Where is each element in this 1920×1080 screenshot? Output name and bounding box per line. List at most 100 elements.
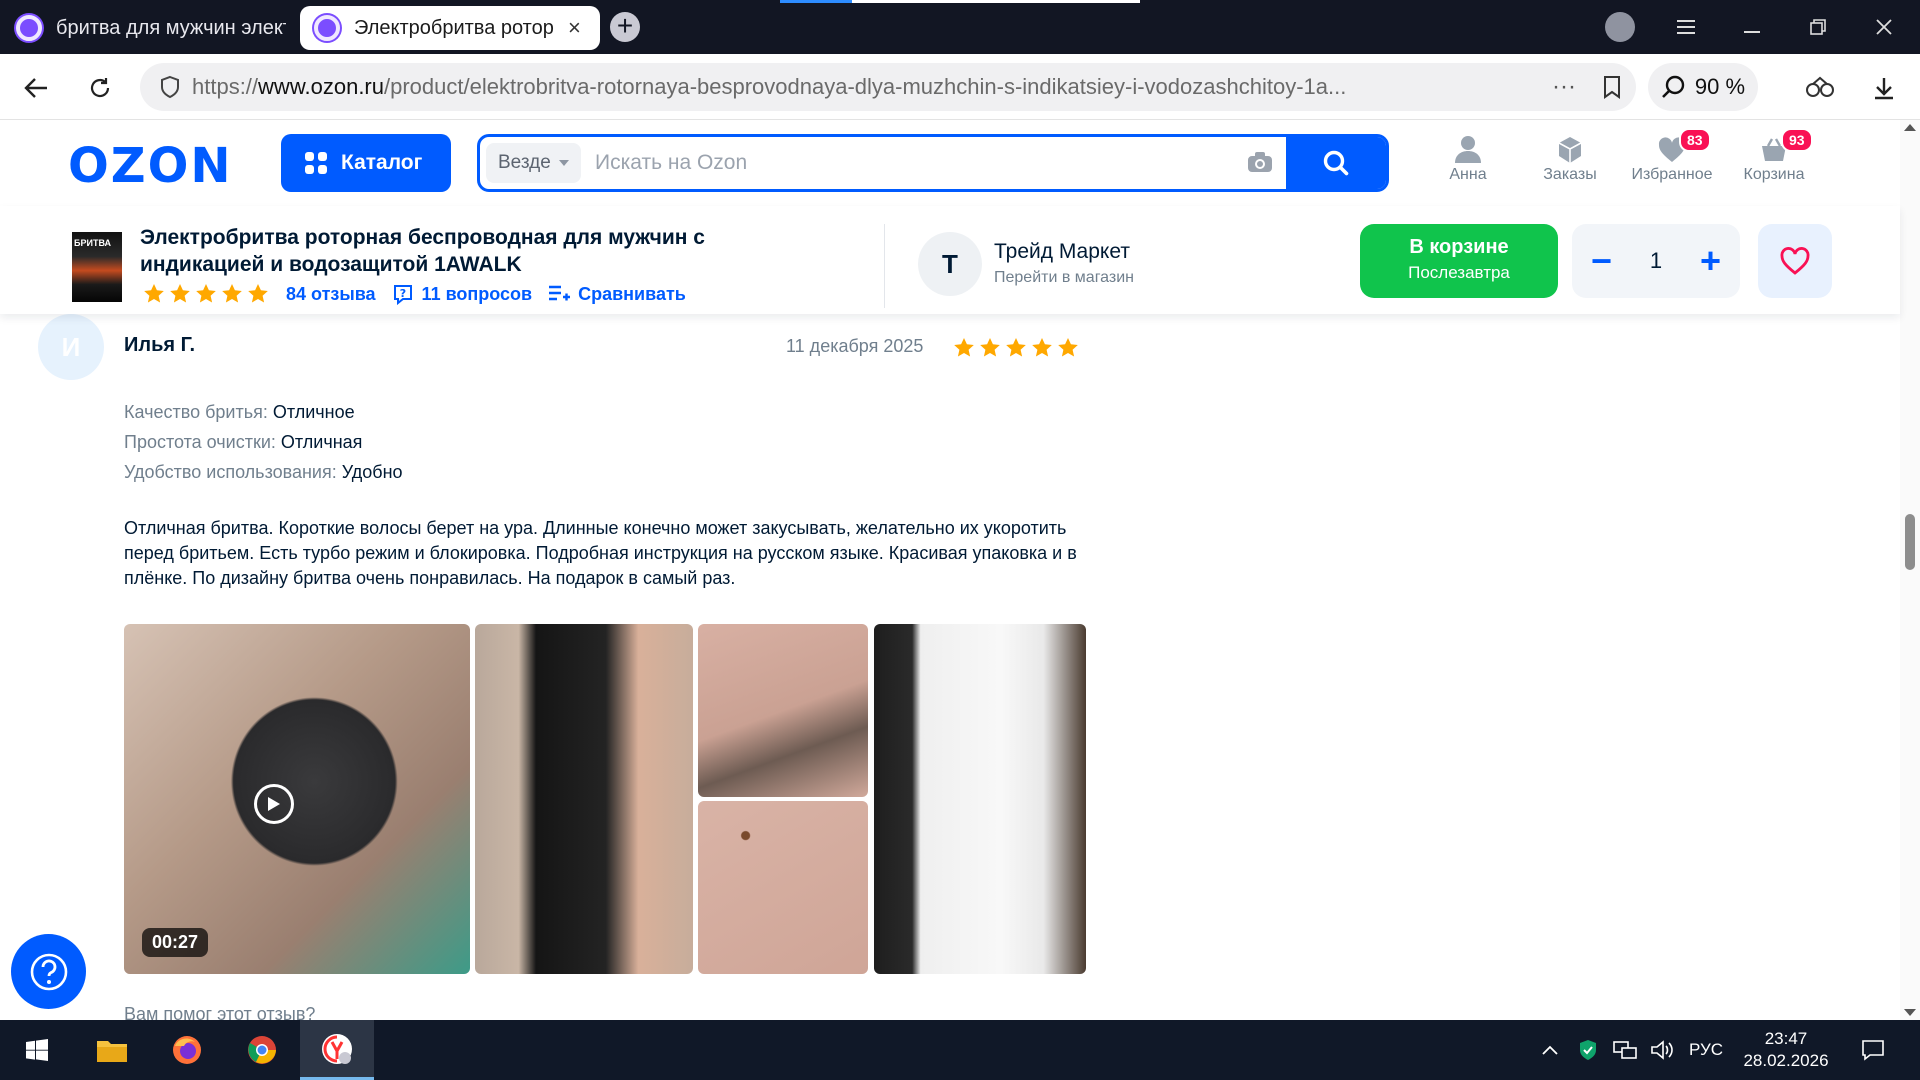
star-icon [144, 284, 164, 303]
input-language-indicator[interactable]: РУС [1689, 1040, 1723, 1060]
delivery-label: Послезавтра [1408, 263, 1510, 282]
zoom-level-button[interactable]: 90 % [1648, 63, 1758, 111]
security-shield-icon[interactable] [1568, 1020, 1608, 1080]
questions-link[interactable]: ? 11 вопросов [392, 283, 532, 305]
divider [884, 224, 885, 308]
compare-icon [549, 285, 571, 301]
firefox-icon[interactable] [150, 1020, 224, 1080]
clock-date: 28.02.2026 [1743, 1051, 1829, 1070]
restore-window-icon[interactable] [1788, 0, 1848, 54]
product-thumbnail[interactable]: БРИТВА [72, 232, 122, 302]
helpful-prompt: Вам помог этот отзыв? [124, 1004, 316, 1020]
review-attribute: Качество бритья: Отличное [124, 402, 355, 422]
heart-outline-icon [1780, 247, 1810, 275]
header-favorites-label: Избранное [1631, 166, 1713, 183]
minimize-window-icon[interactable] [1722, 0, 1782, 54]
chevron-down-icon [558, 160, 569, 166]
browser-tab-1[interactable]: бритва для мужчин элект [4, 6, 294, 50]
scroll-down-arrow-icon[interactable] [1904, 1009, 1916, 1016]
review-photo[interactable] [475, 624, 693, 974]
star-icon [196, 284, 216, 303]
increase-quantity-button[interactable]: + [1700, 243, 1721, 279]
reload-icon[interactable] [80, 68, 120, 108]
notifications-icon[interactable] [1836, 1020, 1910, 1080]
scroll-up-arrow-icon[interactable] [1904, 124, 1916, 131]
new-tab-button[interactable]: + [610, 12, 640, 42]
tray-expand-chevron-icon[interactable] [1530, 1020, 1570, 1080]
review-photo[interactable] [698, 801, 868, 974]
site-protection-icon[interactable] [148, 63, 192, 111]
seller-name[interactable]: Трейд Маркет [994, 240, 1130, 264]
url-field[interactable]: https://www.ozon.ru/product/elektrobritv… [140, 63, 1636, 111]
catalog-button[interactable]: Каталог [281, 134, 451, 192]
profile-avatar-icon[interactable] [1605, 12, 1635, 42]
file-explorer-icon[interactable] [75, 1020, 149, 1080]
search-button[interactable] [1286, 137, 1386, 189]
star-icon [980, 338, 1000, 357]
clock-time: 23:47 [1764, 1029, 1808, 1048]
decrease-quantity-button[interactable]: − [1591, 243, 1612, 279]
help-button[interactable] [11, 934, 86, 1009]
review-date: 11 декабря 2025 [786, 336, 924, 356]
downloads-icon[interactable] [1864, 68, 1904, 108]
reviews-link[interactable]: 84 отзыва [286, 284, 376, 305]
yandex-browser-icon[interactable] [300, 1020, 374, 1080]
user-icon [1455, 136, 1481, 163]
header-orders-label: Заказы [1543, 166, 1597, 183]
star-icon [1058, 338, 1078, 357]
video-duration: 00:27 [142, 928, 209, 957]
search-bar: Везде [477, 134, 1389, 192]
windows-start-icon[interactable] [0, 1020, 74, 1080]
review-photo[interactable] [874, 624, 1086, 974]
review-card: И Илья Г. 11 декабря 2025 Качество брить… [0, 314, 1900, 1020]
header-favorites[interactable]: 83 Избранное [1627, 128, 1717, 184]
chrome-icon[interactable] [225, 1020, 299, 1080]
browser-menu-icon[interactable] [1656, 0, 1716, 54]
review-rating-stars [952, 336, 1080, 360]
star-icon [954, 338, 974, 357]
header-profile-label: Анна [1449, 166, 1487, 183]
more-options-icon[interactable]: ··· [1552, 73, 1576, 101]
bookmark-icon[interactable] [1602, 75, 1622, 104]
seller-avatar[interactable]: Т [918, 232, 982, 296]
ozon-logo[interactable]: OZON [68, 138, 233, 194]
header-orders[interactable]: Заказы [1525, 134, 1615, 184]
browser-tab-strip: бритва для мужчин элект Электробритва ро… [0, 0, 1920, 54]
zoom-value: 90 % [1694, 74, 1746, 99]
header-profile[interactable]: Анна [1423, 134, 1513, 184]
camera-search-icon[interactable] [1247, 151, 1273, 178]
scrollbar-thumb[interactable] [1905, 514, 1915, 570]
network-icon[interactable] [1606, 1020, 1646, 1080]
box-icon [1558, 137, 1582, 163]
compare-link[interactable]: Сравнивать [548, 284, 686, 305]
close-window-icon[interactable] [1854, 0, 1914, 54]
star-icon [222, 284, 242, 303]
quantity-stepper: − 1 + [1572, 224, 1740, 298]
cart-count-badge: 93 [1781, 128, 1813, 152]
extensions-icon[interactable] [1800, 68, 1840, 108]
system-clock[interactable]: 23:47 28.02.2026 [1734, 1028, 1838, 1072]
svg-text:?: ? [399, 287, 405, 300]
windows-taskbar: РУС 23:47 28.02.2026 [0, 1020, 1920, 1080]
review-photo[interactable] [698, 624, 868, 797]
review-video-thumbnail[interactable]: 00:27 [124, 624, 470, 974]
header-cart-label: Корзина [1743, 166, 1805, 183]
star-icon [1006, 338, 1026, 357]
go-to-store-link[interactable]: Перейти в магазин [994, 269, 1134, 287]
page-scrollbar[interactable] [1900, 120, 1920, 1020]
browser-tab-2-active[interactable]: Электробритва ротор × [300, 6, 600, 50]
tab-close-icon[interactable]: × [568, 15, 581, 41]
in-cart-button[interactable]: В корзине Послезавтра [1360, 224, 1558, 298]
browser-address-bar: https://www.ozon.ru/product/elektrobritv… [0, 54, 1920, 120]
play-icon[interactable] [254, 784, 294, 824]
star-icon [1032, 338, 1052, 357]
search-scope-dropdown[interactable]: Везде [486, 143, 581, 183]
product-rating-stars [142, 282, 270, 306]
star-icon [170, 284, 190, 303]
reviewer-avatar: И [38, 314, 104, 380]
header-cart[interactable]: 93 Корзина [1729, 128, 1819, 184]
volume-icon[interactable] [1642, 1020, 1682, 1080]
add-to-favorites-button[interactable] [1758, 224, 1832, 298]
search-input[interactable] [595, 137, 1245, 189]
back-arrow-icon[interactable] [16, 68, 56, 108]
